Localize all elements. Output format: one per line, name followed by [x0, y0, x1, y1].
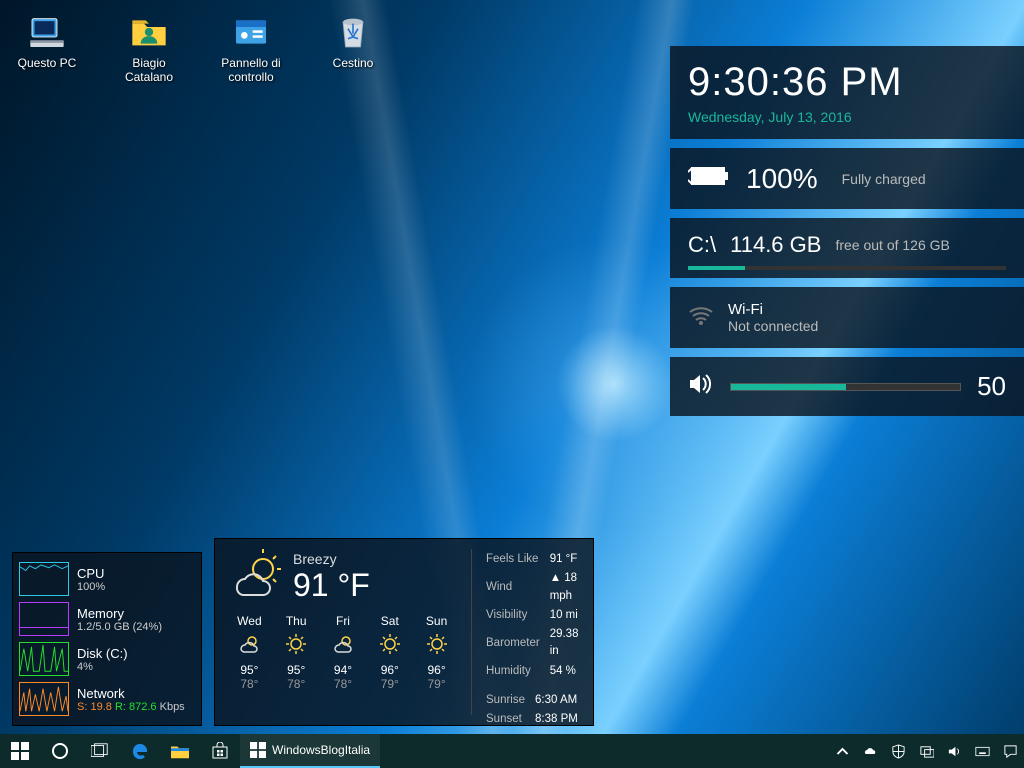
disk-free: 114.6 GB: [730, 232, 821, 258]
cpu-value: 100%: [77, 581, 105, 593]
edge-button[interactable]: [120, 734, 160, 768]
wifi-status: Not connected: [728, 318, 818, 334]
tray-keyboard-icon[interactable]: [968, 734, 996, 768]
forecast-day: Sun96°79°: [416, 614, 457, 691]
clock-widget[interactable]: 9:30:36 PM Wednesday, July 13, 2016: [670, 46, 1024, 139]
desktop-icon-label: Pannello di controllo: [216, 56, 286, 84]
battery-status: Fully charged: [842, 171, 926, 187]
forecast-day: Wed95°78°: [229, 614, 270, 691]
weather-widget[interactable]: Breezy 91 °F Wed95°78°Thu95°78°Fri94°78°…: [214, 538, 594, 726]
disk-value: 4%: [77, 661, 128, 673]
taskbar-window[interactable]: WindowsBlogItalia: [240, 734, 380, 768]
disk-widget[interactable]: C:\ 114.6 GB free out of 126 GB: [670, 218, 1024, 278]
wifi-name: Wi-Fi: [728, 301, 818, 318]
speaker-icon: [688, 373, 714, 400]
cpu-graph: [19, 562, 69, 596]
disk-bar: [688, 266, 1006, 270]
tray-network-icon[interactable]: [912, 734, 940, 768]
desktop-icon-this-pc[interactable]: Questo PC: [12, 12, 82, 84]
weather-details: Feels Like91 °F Wind▲ 18 mph Visibility1…: [471, 549, 580, 715]
clock-time: 9:30:36 PM: [688, 60, 1006, 105]
computer-icon: [27, 12, 67, 52]
recycle-bin-icon: [333, 12, 373, 52]
desktop-icon-control-panel[interactable]: Pannello di controllo: [216, 12, 286, 84]
taskbar-window-title: WindowsBlogItalia: [272, 743, 370, 757]
desktop-icon-label: Cestino: [318, 56, 388, 70]
volume-slider[interactable]: [730, 383, 961, 391]
sidebar-gadgets: 9:30:36 PM Wednesday, July 13, 2016 100%…: [670, 46, 1024, 416]
memory-value: 1.2/5.0 GB (24%): [77, 621, 162, 633]
system-tray: [828, 734, 1024, 768]
window-icon: [250, 742, 266, 758]
tray-defender-icon[interactable]: [884, 734, 912, 768]
battery-icon: [688, 162, 732, 195]
disk-graph: [19, 642, 69, 676]
forecast-day: Fri94°78°: [323, 614, 364, 691]
memory-graph: [19, 602, 69, 636]
taskbar: WindowsBlogItalia: [0, 734, 1024, 768]
desktop-icon-trash[interactable]: Cestino: [318, 12, 388, 84]
network-row: Network S: 19.8 R: 872.6 Kbps: [19, 679, 195, 719]
network-value: S: 19.8 R: 872.6 Kbps: [77, 701, 185, 713]
desktop-icons: Questo PC Biagio Catalano Pannello di co…: [12, 12, 388, 84]
weather-temp: 91 °F: [293, 567, 370, 604]
disk-row: Disk (C:)4%: [19, 639, 195, 679]
network-graph: [19, 682, 69, 716]
clock-date: Wednesday, July 13, 2016: [688, 109, 1006, 125]
start-button[interactable]: [0, 734, 40, 768]
memory-label: Memory: [77, 606, 162, 621]
network-label: Network: [77, 686, 185, 701]
memory-row: Memory1.2/5.0 GB (24%): [19, 599, 195, 639]
desktop-icon-label: Questo PC: [12, 56, 82, 70]
user-folder-icon: [129, 12, 169, 52]
system-monitor-widget[interactable]: CPU100% Memory1.2/5.0 GB (24%) Disk (C:)…: [12, 552, 202, 726]
store-button[interactable]: [200, 734, 240, 768]
task-view-button[interactable]: [80, 734, 120, 768]
wifi-icon: [688, 304, 714, 331]
desktop-icon-label: Biagio Catalano: [114, 56, 184, 84]
forecast-day: Thu95°78°: [276, 614, 317, 691]
volume-widget[interactable]: 50: [670, 357, 1024, 416]
desktop-icon-user-folder[interactable]: Biagio Catalano: [114, 12, 184, 84]
tray-overflow-button[interactable]: [828, 734, 856, 768]
battery-widget[interactable]: 100% Fully charged: [670, 148, 1024, 209]
forecast-day: Sat96°79°: [369, 614, 410, 691]
disk-drive: C:\: [688, 232, 716, 258]
volume-value: 50: [977, 371, 1006, 402]
disk-total: free out of 126 GB: [835, 237, 949, 253]
action-center-button[interactable]: [996, 734, 1024, 768]
battery-percent: 100%: [746, 163, 818, 195]
tray-volume-icon[interactable]: [940, 734, 968, 768]
wifi-widget[interactable]: Wi-Fi Not connected: [670, 287, 1024, 348]
cortana-button[interactable]: [40, 734, 80, 768]
control-panel-icon: [231, 12, 271, 52]
tray-onedrive-icon[interactable]: [856, 734, 884, 768]
weather-now-icon: [229, 549, 283, 606]
cpu-row: CPU100%: [19, 559, 195, 599]
forecast-row: Wed95°78°Thu95°78°Fri94°78°Sat96°79°Sun9…: [229, 614, 457, 691]
file-explorer-button[interactable]: [160, 734, 200, 768]
cpu-label: CPU: [77, 566, 105, 581]
weather-condition: Breezy: [293, 551, 370, 567]
disk-label: Disk (C:): [77, 646, 128, 661]
